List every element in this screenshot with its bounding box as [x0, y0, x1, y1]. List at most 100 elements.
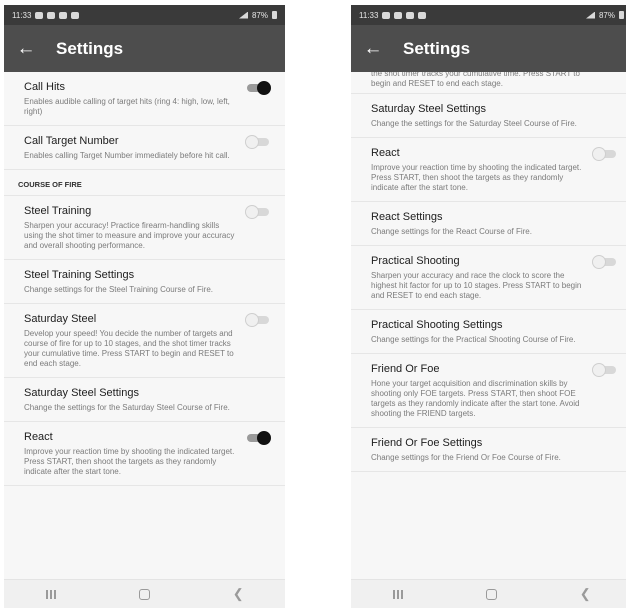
setting-friend-or-foe[interactable]: Friend Or Foe Hone your target acquisitio… [351, 354, 626, 428]
settings-list[interactable]: Call Hits Enables audible calling of targ… [4, 72, 285, 579]
saturday-steel-toggle[interactable] [245, 313, 271, 327]
item-title: Call Hits [24, 81, 65, 93]
steel-training-toggle[interactable] [245, 205, 271, 219]
item-description: Change settings for the Practical Shooti… [371, 335, 576, 344]
recents-icon [392, 589, 403, 599]
item-description: Change the settings for the Saturday Ste… [371, 119, 577, 128]
item-title: React [24, 431, 53, 443]
toggle-knob [257, 81, 271, 95]
setting-saturday-steel-settings[interactable]: Saturday Steel Settings Change the settin… [351, 94, 626, 138]
nav-back-icon: ❮ [579, 586, 591, 601]
friend-or-foe-toggle[interactable] [592, 363, 618, 377]
notification-icon [382, 11, 391, 19]
app-bar: ← Settings [4, 25, 285, 72]
system-nav-bar: ❮ [4, 579, 285, 608]
item-title: Friend Or Foe [371, 363, 440, 375]
item-title: Saturday Steel Settings [24, 387, 139, 399]
phone-screen-left: 11:33 87% ← Settings Call Hits Enables au… [4, 5, 285, 608]
item-description: the shot timer tracks your cumulative ti… [371, 72, 580, 88]
home-icon [485, 588, 497, 600]
item-title: React Settings [371, 211, 443, 223]
item-description: Enables audible calling of target hits (… [24, 97, 230, 116]
status-time: 11:33 [359, 10, 379, 20]
battery-icon [272, 11, 277, 19]
page-title: Settings [403, 38, 471, 58]
notification-icon [59, 11, 68, 19]
item-description: Improve your reaction time by shooting t… [371, 163, 582, 192]
battery-icon [619, 11, 624, 19]
status-bar: 11:33 87% [4, 5, 285, 25]
setting-call-target-number[interactable]: Call Target Number Enables calling Target… [4, 126, 285, 170]
signal-icon [585, 11, 595, 19]
settings-list[interactable]: the shot timer tracks your cumulative ti… [351, 72, 626, 579]
toggle-knob [245, 313, 259, 327]
call-hits-toggle[interactable] [245, 81, 271, 95]
item-title: Practical Shooting Settings [371, 319, 503, 331]
notification-icon [418, 11, 427, 19]
item-description: Improve your reaction time by shooting t… [24, 447, 235, 476]
practical-shooting-toggle[interactable] [592, 255, 618, 269]
setting-practical-shooting-settings[interactable]: Practical Shooting Settings Change settin… [351, 310, 626, 354]
react-toggle[interactable] [592, 147, 618, 161]
setting-friend-or-foe-settings[interactable]: Friend Or Foe Settings Change settings fo… [351, 428, 626, 472]
item-title: Call Target Number [24, 135, 119, 147]
item-title: Saturday Steel Settings [371, 103, 486, 115]
item-title: Practical Shooting [371, 255, 460, 267]
page-title: Settings [56, 38, 124, 58]
nav-back-button[interactable]: ❮ [218, 583, 258, 605]
notification-icon [35, 11, 44, 19]
notification-icon [394, 11, 403, 19]
item-title: Steel Training [24, 205, 92, 217]
item-description: Change settings for the React Course of … [371, 227, 532, 236]
item-description: Change settings for the Steel Training C… [24, 285, 213, 294]
toggle-knob [592, 147, 606, 161]
toggle-knob [257, 431, 271, 445]
setting-saturday-steel[interactable]: Saturday Steel Develop your speed! You de… [4, 304, 285, 378]
setting-steel-training[interactable]: Steel Training Sharpen your accuracy! Pra… [4, 196, 285, 260]
item-description: Sharpen your accuracy! Practice firearm-… [24, 221, 235, 250]
back-button[interactable]: ← [351, 25, 395, 72]
item-title: Steel Training Settings [24, 269, 135, 281]
item-title: Saturday Steel [24, 313, 97, 325]
signal-icon [238, 11, 248, 19]
call-target-number-toggle[interactable] [245, 135, 271, 149]
recents-icon [45, 589, 56, 599]
recents-button[interactable] [31, 583, 71, 605]
item-title: Friend Or Foe Settings [371, 437, 483, 449]
notification-icon [47, 11, 56, 19]
back-button[interactable]: ← [4, 25, 48, 72]
status-time: 11:33 [12, 10, 32, 20]
nav-back-button[interactable]: ❮ [565, 583, 605, 605]
battery-percent: 87% [251, 10, 268, 20]
notification-icon [71, 11, 80, 19]
nav-back-icon: ❮ [232, 586, 244, 601]
home-icon [138, 588, 150, 600]
home-button[interactable] [124, 583, 164, 605]
item-description: Change the settings for the Saturday Ste… [24, 403, 230, 412]
system-nav-bar: ❮ [351, 579, 626, 608]
toggle-knob [592, 255, 606, 269]
setting-react[interactable]: React Improve your reaction time by shoot… [4, 422, 285, 486]
toggle-knob [592, 363, 606, 377]
app-bar: ← Settings [351, 25, 626, 72]
phone-screen-right: 11:33 87% ← Settings the shot timer trac… [351, 5, 626, 608]
setting-saturday-steel-settings[interactable]: Saturday Steel Settings Change the settin… [4, 378, 285, 422]
setting-practical-shooting[interactable]: Practical Shooting Sharpen your accuracy … [351, 246, 626, 310]
toggle-knob [245, 135, 259, 149]
item-description: Enables calling Target Number immediatel… [24, 151, 230, 160]
item-description: Change settings for the Friend Or Foe Co… [371, 453, 561, 462]
item-description: Hone your target acquisition and discrim… [371, 379, 580, 418]
setting-steel-training-settings[interactable]: Steel Training Settings Change settings f… [4, 260, 285, 304]
setting-react-settings[interactable]: React Settings Change settings for the Re… [351, 202, 626, 246]
notification-icon [406, 11, 415, 19]
item-description: Develop your speed! You decide the numbe… [24, 329, 234, 368]
section-header: COURSE OF FIRE [4, 170, 285, 196]
setting-call-hits[interactable]: Call Hits Enables audible calling of targ… [4, 72, 285, 126]
setting-react[interactable]: React Improve your reaction time by shoot… [351, 138, 626, 202]
recents-button[interactable] [378, 583, 418, 605]
react-toggle[interactable] [245, 431, 271, 445]
home-button[interactable] [471, 583, 511, 605]
list-item-partial: the shot timer tracks your cumulative ti… [351, 72, 626, 94]
item-description: Sharpen your accuracy and race the clock… [371, 271, 582, 300]
arrow-left-icon: ← [363, 38, 383, 59]
